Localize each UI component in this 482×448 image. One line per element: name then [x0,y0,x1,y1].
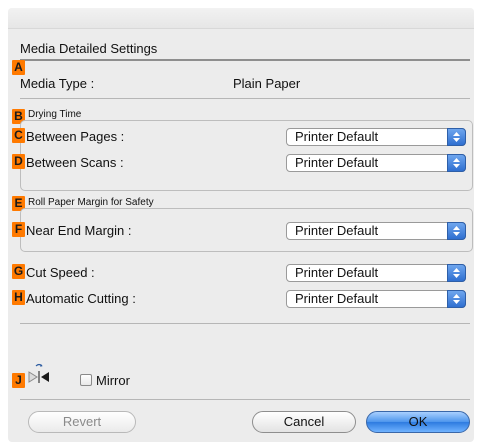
mirror-checkbox[interactable] [80,374,92,386]
drying-time-heading: Drying Time [28,109,82,120]
callout-badge-f: F [12,222,25,237]
cancel-button[interactable]: Cancel [252,411,356,433]
media-type-value: Plain Paper [233,76,301,91]
automatic-cutting-popup[interactable]: Printer Default [286,290,466,308]
between-pages-popup[interactable]: Printer Default [286,128,466,146]
automatic-cutting-value: Printer Default [295,291,379,306]
callout-badge-c: C [12,128,25,143]
media-type-label: Media Type : [20,76,95,91]
near-end-margin-popup[interactable]: Printer Default [286,222,466,240]
cutting-divider [20,323,470,324]
media-type-divider [20,98,470,99]
cut-speed-value: Printer Default [295,265,379,280]
ok-button[interactable]: OK [366,411,470,433]
buttons-divider [20,399,470,400]
between-scans-label: Between Scans : [26,155,124,170]
popup-arrows-icon [447,264,466,282]
automatic-cutting-label: Automatic Cutting : [26,291,136,306]
between-pages-label: Between Pages : [26,129,125,144]
between-scans-popup[interactable]: Printer Default [286,154,466,172]
window-title-bar [8,8,474,29]
near-end-margin-label: Near End Margin : [26,223,132,238]
near-end-margin-value: Printer Default [295,223,379,238]
mirror-icon [28,363,50,394]
popup-arrows-icon [447,154,466,172]
callout-badge-g: G [12,264,25,279]
callout-badge-j: J [12,373,25,388]
between-scans-value: Printer Default [295,155,379,170]
title-divider [20,59,470,61]
popup-arrows-icon [447,222,466,240]
cut-speed-popup[interactable]: Printer Default [286,264,466,282]
media-detailed-settings-dialog: Media Detailed Settings A Media Type : P… [8,8,474,442]
popup-arrows-icon [447,290,466,308]
callout-badge-a: A [12,60,25,75]
roll-paper-margin-heading: Roll Paper Margin for Safety [28,197,154,208]
between-pages-value: Printer Default [295,129,379,144]
mirror-label: Mirror [96,373,130,388]
dialog-title: Media Detailed Settings [20,41,158,56]
callout-badge-d: D [12,154,25,169]
callout-badge-h: H [12,290,25,305]
cut-speed-label: Cut Speed : [26,265,95,280]
popup-arrows-icon [447,128,466,146]
revert-button[interactable]: Revert [28,411,136,433]
